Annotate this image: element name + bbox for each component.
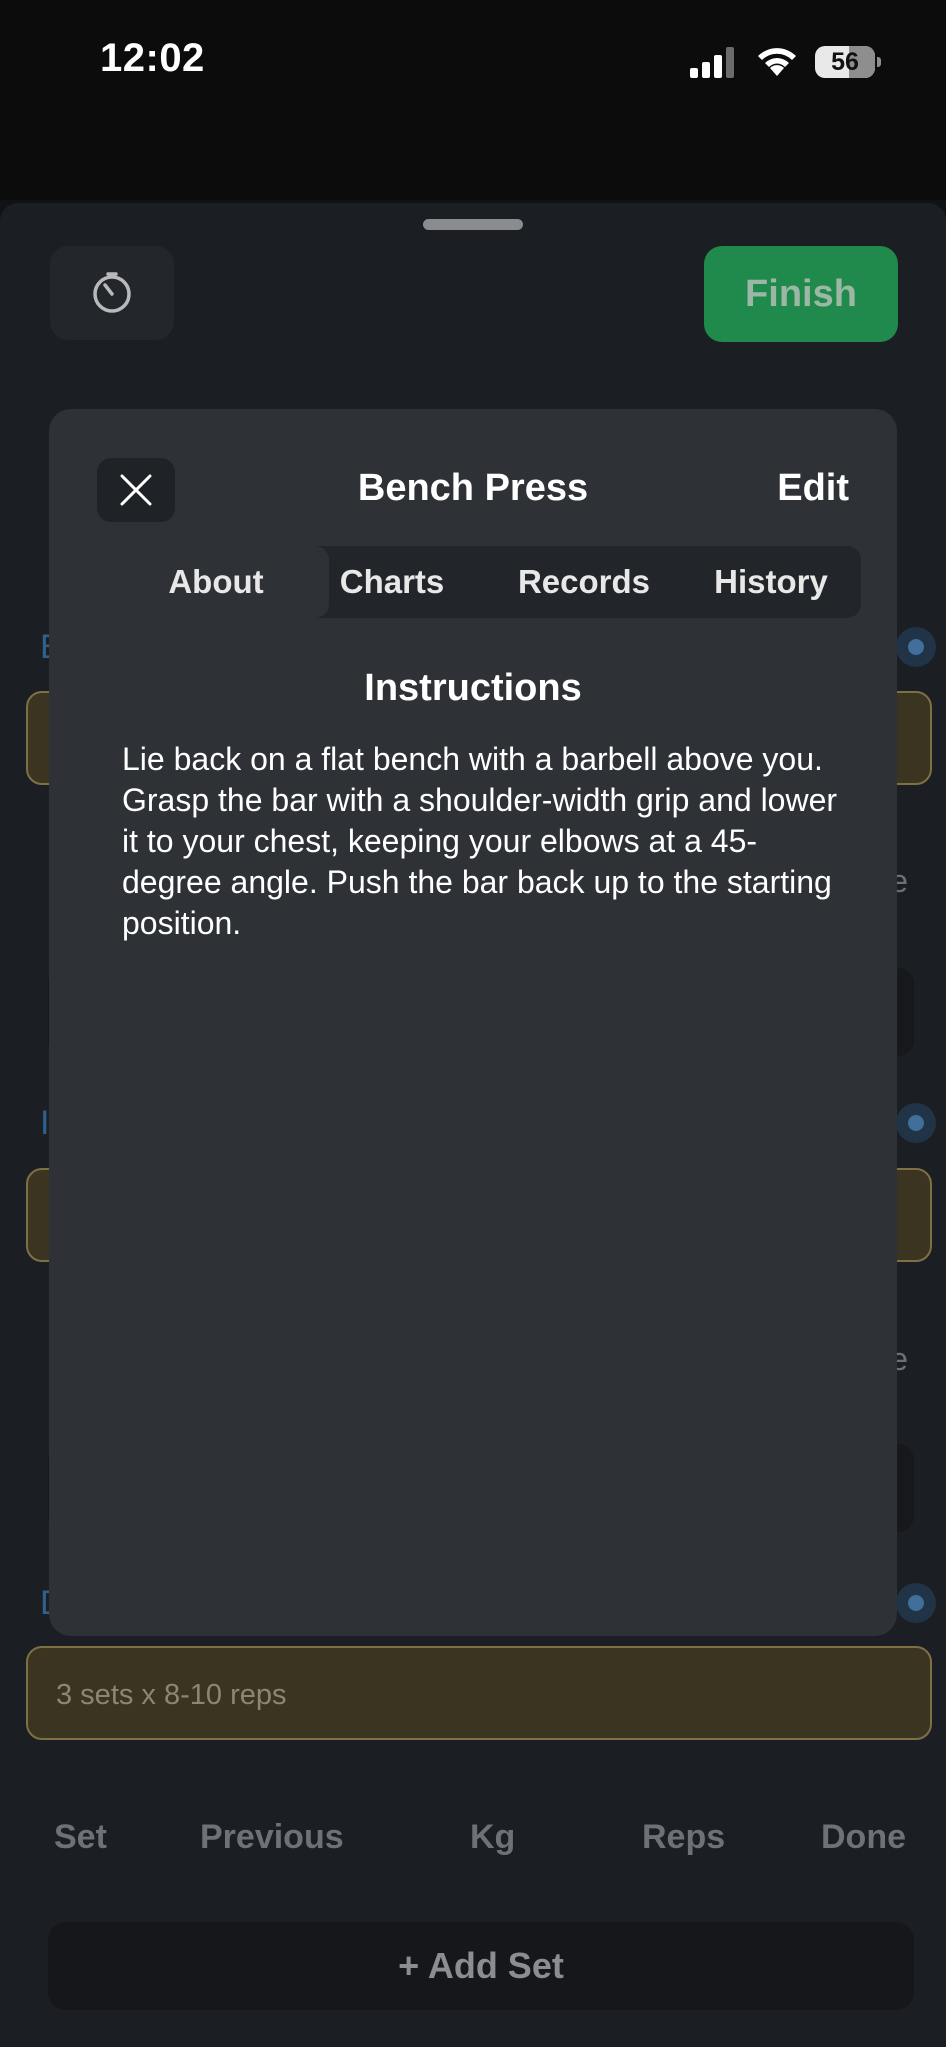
instructions-text: Lie back on a flat bench with a barbell … xyxy=(122,741,838,941)
status-bar: 12:02 56 xyxy=(0,0,946,200)
status-time: 12:02 xyxy=(100,36,205,80)
tab-records[interactable]: Records xyxy=(487,546,681,618)
sheet-grabber[interactable] xyxy=(423,219,523,230)
cellular-signal-icon xyxy=(690,47,734,78)
edit-button[interactable]: Edit xyxy=(777,467,849,510)
instructions-heading: Instructions xyxy=(364,667,582,709)
column-header-previous: Previous xyxy=(200,1818,344,1856)
tab-charts[interactable]: Charts xyxy=(297,546,487,618)
tab-about[interactable]: About xyxy=(103,546,329,618)
finish-button[interactable]: Finish xyxy=(704,246,898,342)
column-header-done: Done xyxy=(821,1818,906,1856)
exercise-detail-modal: Bench Press Edit About Charts Records Hi… xyxy=(49,409,897,1636)
exercise-menu-button[interactable] xyxy=(896,1583,936,1623)
modal-title: Bench Press xyxy=(357,467,589,509)
screen: 12:02 56 Finish E xyxy=(0,0,946,2047)
timer-icon xyxy=(93,272,131,313)
tab-history[interactable]: History xyxy=(681,546,861,618)
battery-icon: 56 xyxy=(815,46,881,78)
wifi-icon xyxy=(758,48,796,76)
timer-button[interactable] xyxy=(50,246,174,340)
column-header-reps: Reps xyxy=(642,1818,726,1856)
exercise-menu-button[interactable] xyxy=(896,1103,936,1143)
note-placeholder: 3 sets x 8-10 reps xyxy=(56,1679,287,1711)
column-header-set: Set xyxy=(54,1818,107,1856)
exercise-note-field[interactable]: 3 sets x 8-10 reps xyxy=(26,1646,932,1740)
add-set-button[interactable]: + Add Set xyxy=(48,1922,914,2010)
battery-level: 56 xyxy=(831,48,859,76)
tab-bar: About Charts Records History xyxy=(103,546,861,618)
column-header-kg: Kg xyxy=(470,1818,516,1856)
exercise-menu-button[interactable] xyxy=(896,627,936,667)
